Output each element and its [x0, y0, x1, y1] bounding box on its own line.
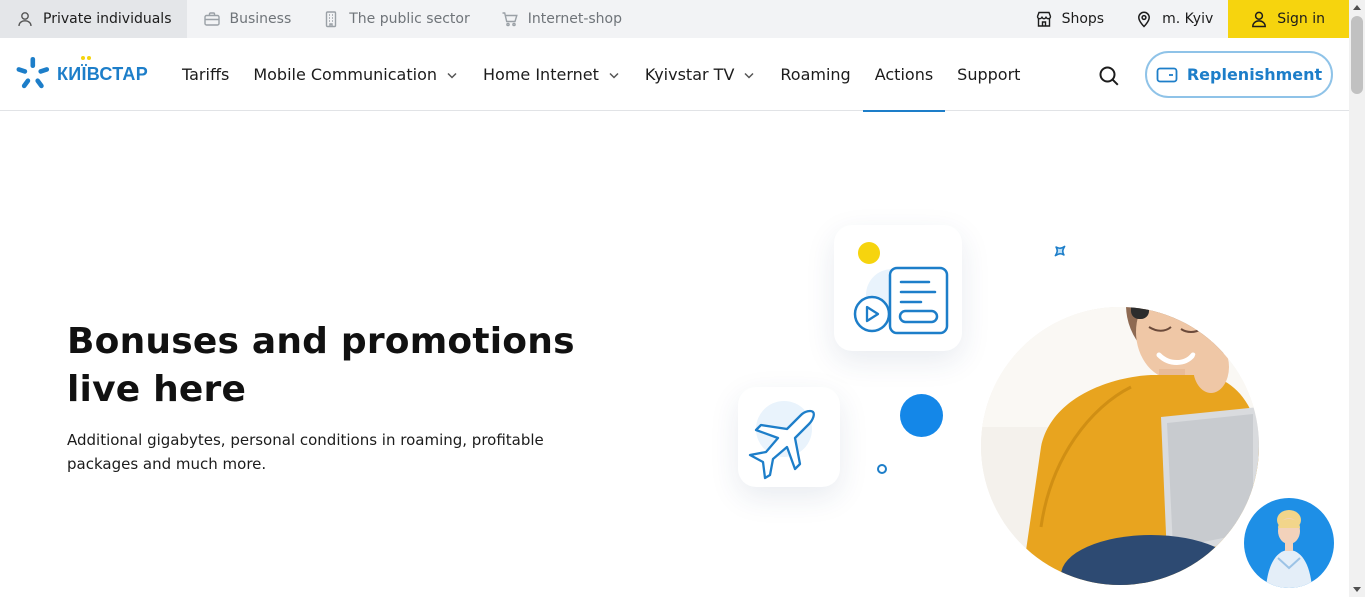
kyivstar-logo[interactable]: КИЇВСТАР — [15, 55, 149, 92]
building-icon — [322, 10, 340, 28]
nav-item-label: Home Internet — [483, 65, 599, 84]
nav-item-tariffs[interactable]: Tariffs — [170, 38, 241, 111]
cart-icon — [501, 10, 519, 28]
nav-item-label: Actions — [874, 65, 934, 84]
nav-item-kyivstar-tv[interactable]: Kyivstar TV — [633, 38, 769, 111]
document-card — [834, 225, 962, 351]
small-ring — [877, 464, 887, 474]
yellow-dot — [858, 242, 880, 264]
nav-item-actions[interactable]: Actions — [862, 38, 946, 112]
segment-private-individuals[interactable]: Private individuals — [0, 0, 187, 38]
shops-link[interactable]: Shops — [1019, 0, 1120, 38]
segment-label: Business — [229, 11, 292, 27]
page: Private individuals Business The public … — [0, 0, 1365, 597]
nav-item-label: Tariffs — [182, 65, 230, 84]
replenishment-button[interactable]: Replenishment — [1145, 51, 1333, 98]
replenishment-label: Replenishment — [1186, 65, 1323, 84]
segment-label: Private individuals — [43, 11, 172, 27]
scroll-down-arrow-icon[interactable] — [1353, 587, 1361, 592]
segment-label: The public sector — [349, 11, 470, 27]
segment-public-sector[interactable]: The public sector — [306, 0, 484, 38]
sparkle-icon — [1054, 245, 1066, 257]
hero-subtitle: Additional gigabytes, personal condition… — [67, 431, 544, 473]
promo-photo — [981, 307, 1259, 585]
logo-wordmark: КИЇВСТАР — [51, 55, 149, 85]
search-button[interactable] — [1097, 64, 1121, 88]
nav-item-label: Support — [957, 65, 1021, 84]
nav-item-home-internet[interactable]: Home Internet — [471, 38, 633, 111]
sign-in-button[interactable]: Sign in — [1228, 0, 1349, 38]
nav-item-roaming[interactable]: Roaming — [768, 38, 862, 111]
nav-item-label: Kyivstar TV — [644, 65, 735, 84]
nav-item-label: Roaming — [780, 65, 851, 84]
scroll-up-arrow-icon[interactable] — [1353, 5, 1361, 10]
nav-item-mobile-communication[interactable]: Mobile Communication — [241, 38, 471, 111]
segment-internet-shop[interactable]: Internet-shop — [485, 0, 637, 38]
nav-item-support[interactable]: Support — [945, 38, 1032, 111]
top-bar-right: Shops m. Kyiv Sign in — [1019, 0, 1349, 38]
store-icon — [1035, 10, 1053, 28]
shops-label: Shops — [1061, 11, 1105, 27]
segment-business[interactable]: Business — [187, 0, 307, 38]
main-nav: КИЇВСТАР Tariffs Mobile Communication Ho… — [0, 38, 1349, 112]
scrollbar-thumb[interactable] — [1351, 16, 1363, 94]
city-selector[interactable]: m. Kyiv — [1119, 0, 1228, 38]
chevron-down-icon — [742, 68, 756, 82]
star-logo-icon — [16, 57, 50, 89]
top-bar: Private individuals Business The public … — [0, 0, 1349, 38]
page-scrollbar[interactable] — [1349, 0, 1365, 597]
airplane-icon — [748, 401, 815, 480]
city-label: m. Kyiv — [1162, 11, 1214, 27]
search-icon — [1099, 66, 1119, 86]
nav-menu: Tariffs Mobile Communication Home Intern… — [170, 38, 1032, 112]
user-icon — [1250, 10, 1268, 28]
location-pin-icon — [1135, 10, 1153, 28]
page-title: Bonuses and promotions live here — [67, 321, 575, 410]
assistant-avatar-icon — [1266, 510, 1312, 588]
segment-label: Internet-shop — [527, 11, 622, 27]
airplane-card — [738, 387, 840, 487]
card-icon — [1156, 67, 1178, 83]
sign-in-label: Sign in — [1277, 11, 1325, 27]
document-icon — [853, 266, 949, 335]
chat-assistant-button[interactable] — [1244, 498, 1334, 588]
logo-text: КИЇВСТАР — [57, 63, 149, 84]
nav-item-label: Mobile Communication — [253, 65, 437, 84]
chevron-down-icon — [445, 68, 459, 82]
chevron-down-icon — [607, 68, 621, 82]
blue-dot — [900, 394, 943, 437]
logo-yellow-dots — [81, 55, 93, 61]
person-icon — [16, 10, 34, 28]
briefcase-icon — [203, 10, 221, 28]
